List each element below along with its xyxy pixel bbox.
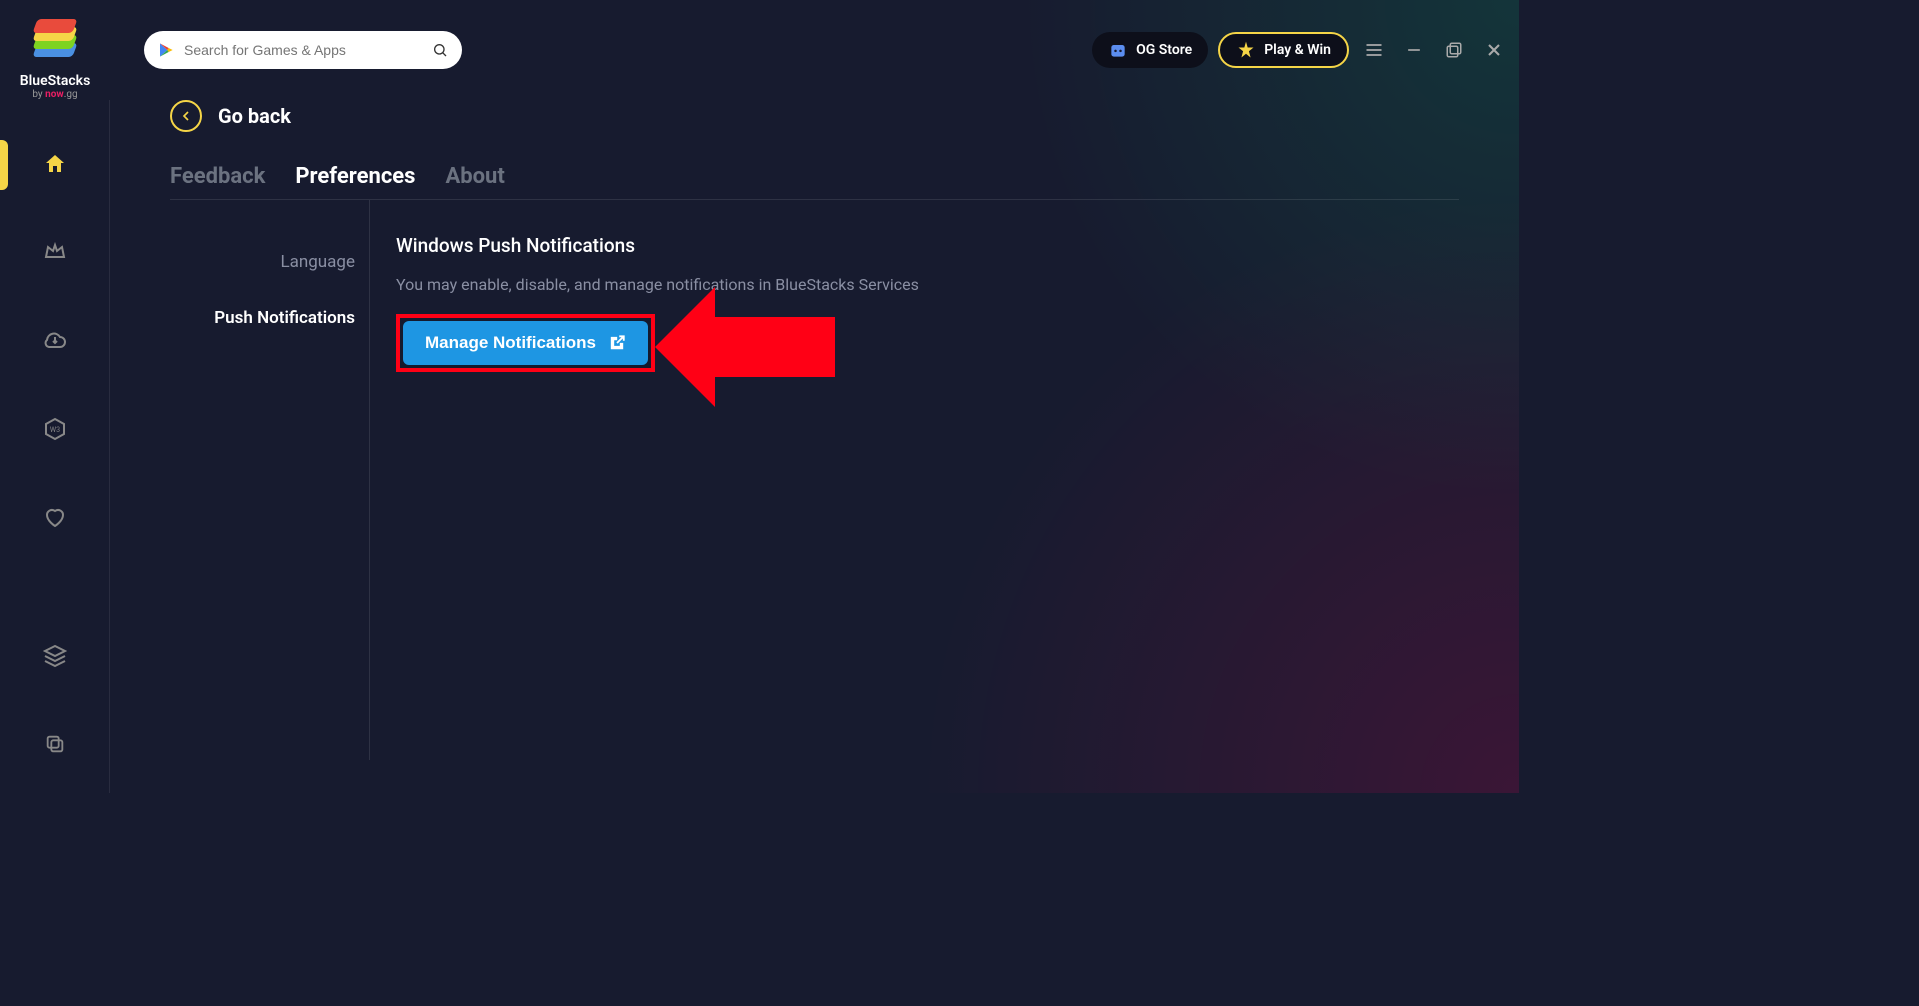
logo[interactable]: BlueStacks by now.gg [0, 1, 110, 100]
pref-language[interactable]: Language [170, 234, 355, 290]
tab-about[interactable]: About [445, 164, 504, 189]
home-icon [43, 152, 67, 176]
star-badge-icon [1236, 40, 1256, 60]
search-icon [432, 42, 448, 58]
heart-icon [43, 505, 67, 529]
brand-name: BlueStacks [20, 73, 91, 89]
svg-text:W3: W3 [49, 426, 59, 434]
og-store-button[interactable]: OG Store [1092, 32, 1208, 68]
play-win-label: Play & Win [1264, 42, 1331, 58]
sidebar-layers[interactable] [35, 636, 75, 674]
search-input[interactable] [184, 42, 432, 58]
preferences-sidebar: Language Push Notifications [170, 200, 370, 760]
section-title: Windows Push Notifications [396, 234, 1459, 257]
close-button[interactable] [1479, 35, 1509, 65]
copy-icon [44, 733, 66, 755]
preferences-panel: Windows Push Notifications You may enabl… [370, 200, 1459, 760]
brand-byline: by now.gg [32, 89, 77, 100]
main-content: Go back Feedback Preferences About Langu… [110, 90, 1519, 793]
go-back-button[interactable]: Go back [170, 100, 1459, 132]
sidebar: W3 [0, 100, 110, 793]
play-win-button[interactable]: Play & Win [1218, 32, 1349, 68]
og-store-icon [1108, 40, 1128, 60]
arrow-annotation-icon [655, 272, 835, 422]
bluestacks-logo-icon [31, 19, 79, 67]
sidebar-heart[interactable] [35, 498, 75, 536]
manage-notifications-label: Manage Notifications [425, 333, 596, 353]
sidebar-home[interactable] [35, 145, 75, 183]
hamburger-menu-button[interactable] [1359, 35, 1389, 65]
external-link-icon [608, 334, 626, 352]
pref-push-notifications[interactable]: Push Notifications [170, 290, 355, 346]
layers-icon [43, 644, 67, 668]
tab-feedback[interactable]: Feedback [170, 164, 265, 189]
crown-icon [43, 240, 67, 264]
cloud-download-icon [43, 329, 67, 353]
section-description: You may enable, disable, and manage noti… [396, 275, 1459, 294]
manage-notifications-button[interactable]: Manage Notifications [403, 321, 648, 365]
sidebar-crown[interactable] [35, 233, 75, 271]
sidebar-cloud[interactable] [35, 322, 75, 360]
go-back-label: Go back [218, 104, 291, 128]
sidebar-w3[interactable]: W3 [35, 410, 75, 448]
highlight-annotation: Manage Notifications [396, 314, 655, 372]
og-store-label: OG Store [1136, 42, 1192, 58]
top-bar: BlueStacks by now.gg OG Store [0, 0, 1519, 100]
header-right: OG Store Play & Win [1092, 32, 1509, 68]
maximize-button[interactable] [1439, 35, 1469, 65]
sidebar-copy[interactable] [35, 725, 75, 763]
minimize-button[interactable] [1399, 35, 1429, 65]
play-store-icon [158, 42, 174, 58]
preferences-content: Language Push Notifications Windows Push… [170, 200, 1459, 760]
tab-preferences[interactable]: Preferences [295, 164, 415, 189]
back-arrow-icon [170, 100, 202, 132]
settings-tabs: Feedback Preferences About [170, 164, 1459, 200]
hexagon-w3-icon: W3 [43, 417, 67, 441]
search-bar[interactable] [144, 31, 462, 69]
